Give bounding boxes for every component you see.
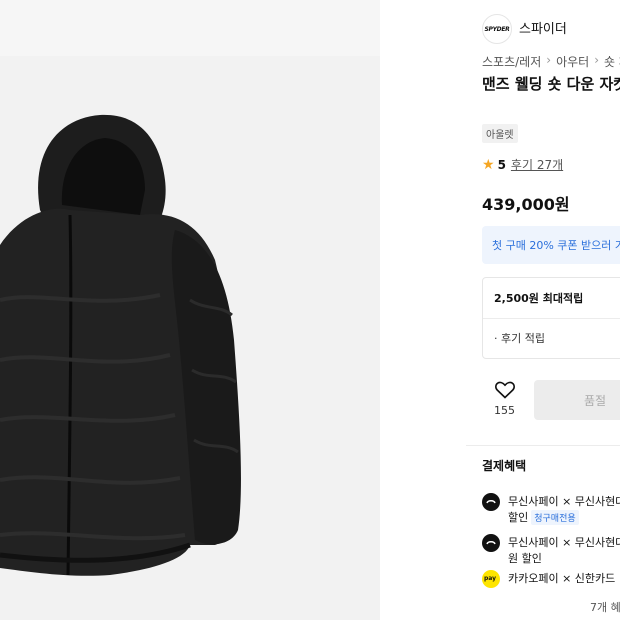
product-image[interactable] (0, 56, 380, 620)
brand-logo[interactable]: SPYDER (482, 14, 512, 44)
benefit-text: 카카오페이 × 신한카드 (508, 572, 616, 585)
breadcrumb-item[interactable]: 아우터 (556, 53, 589, 70)
product-info-panel: SPYDER 스파이더 스포츠/레저 › 아우터 › 숏 패 맨즈 웰딩 숏 다… (466, 0, 620, 620)
star-icon: ★ (482, 156, 495, 173)
benefit-text: 무신사페이 × 무신사현대 (508, 495, 620, 508)
kakaopay-icon: pay (482, 570, 500, 588)
coupon-banner[interactable]: 첫 구매 20% 쿠폰 받으러 가 (482, 226, 620, 264)
points-review: · 후기 적립 (494, 332, 545, 345)
like-button[interactable] (494, 381, 516, 403)
breadcrumb-item[interactable]: 스포츠/레저 (482, 53, 541, 70)
points-box: 2,500원 최대적립 · 후기 적립 (482, 277, 620, 359)
more-benefits-link[interactable]: 7개 혜 (590, 599, 620, 615)
musinsa-pay-icon (482, 493, 500, 511)
divider (483, 318, 620, 319)
gallery-pane (0, 0, 380, 620)
gallery-gutter (380, 0, 466, 620)
outlet-tag: 아울렛 (482, 124, 518, 143)
chevron-right-icon: › (546, 53, 552, 67)
like-count: 155 (494, 404, 515, 417)
benefit-badge: 청구매전용 (531, 510, 579, 525)
breadcrumb: 스포츠/레저 › 아우터 › 숏 패 (482, 53, 620, 70)
benefit-text-2: 원 할인 (508, 552, 542, 565)
chevron-right-icon: › (594, 53, 599, 67)
section-divider (466, 445, 620, 446)
product-price: 439,000원 (482, 195, 570, 214)
brand-name-link[interactable]: 스파이더 (519, 18, 567, 37)
coupon-text: 첫 구매 20% 쿠폰 받으러 가 (492, 239, 620, 252)
breadcrumb-item[interactable]: 숏 패 (604, 53, 620, 70)
soldout-button[interactable]: 품절 (534, 380, 620, 420)
review-count-link[interactable]: 후기 27개 (511, 156, 563, 173)
points-max[interactable]: 2,500원 최대적립 (494, 290, 583, 306)
rating-summary: ★ 5 후기 27개 (482, 156, 563, 173)
musinsa-pay-icon (482, 534, 500, 552)
benefit-text-2: 할인 청구매전용 (508, 509, 579, 525)
benefits-title: 결제혜택 (482, 459, 527, 473)
jacket-illustration (0, 114, 241, 576)
product-title: 맨즈 웰딩 숏 다운 자켓 K (482, 75, 620, 93)
soldout-label: 품절 (584, 394, 607, 408)
benefit-text: 무신사페이 × 무신사현대 (508, 536, 620, 549)
heart-icon (495, 381, 515, 399)
rating-value: 5 (497, 157, 506, 172)
